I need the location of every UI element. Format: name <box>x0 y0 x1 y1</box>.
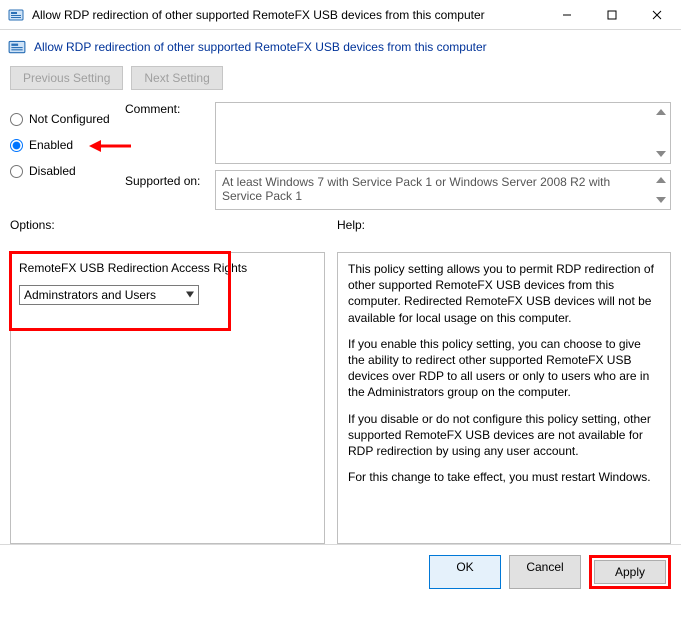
policy-icon <box>8 7 24 23</box>
annotation-highlight-box: Apply <box>589 555 671 589</box>
supported-on-field: At least Windows 7 with Service Pack 1 o… <box>215 170 671 210</box>
annotation-arrow-icon <box>89 139 131 153</box>
help-panel: This policy setting allows you to permit… <box>337 252 671 544</box>
help-paragraph: If you enable this policy setting, you c… <box>348 336 660 401</box>
help-label: Help: <box>337 218 671 232</box>
radio-not-configured[interactable]: Not Configured <box>10 106 125 132</box>
scroll-up-icon[interactable] <box>654 173 668 187</box>
option-access-rights-label: RemoteFX USB Redirection Access Rights <box>19 261 316 275</box>
scroll-up-icon[interactable] <box>654 105 668 119</box>
lower-panels: Options: RemoteFX USB Redirection Access… <box>0 212 681 544</box>
radio-disabled-label: Disabled <box>29 164 76 178</box>
access-rights-value: Adminstrators and Users <box>24 288 156 302</box>
comment-label: Comment: <box>125 102 215 164</box>
comment-field[interactable] <box>215 102 671 164</box>
scroll-down-icon[interactable] <box>654 193 668 207</box>
policy-subheader: Allow RDP redirection of other supported… <box>0 30 681 62</box>
radio-disabled[interactable]: Disabled <box>10 158 125 184</box>
apply-button[interactable]: Apply <box>594 560 666 584</box>
help-paragraph: This policy setting allows you to permit… <box>348 261 660 326</box>
supported-on-label: Supported on: <box>125 170 215 188</box>
next-setting-button[interactable]: Next Setting <box>131 66 222 90</box>
cancel-button[interactable]: Cancel <box>509 555 581 589</box>
help-paragraph: For this change to take effect, you must… <box>348 469 660 485</box>
help-paragraph: If you disable or do not configure this … <box>348 411 660 460</box>
policy-icon <box>8 38 26 56</box>
dialog-footer: OK Cancel Apply <box>0 544 681 599</box>
titlebar: Allow RDP redirection of other supported… <box>0 0 681 30</box>
scroll-down-icon[interactable] <box>654 147 668 161</box>
nav-row: Previous Setting Next Setting <box>0 62 681 96</box>
config-area: Not Configured Enabled Disabled Comment: <box>0 96 681 212</box>
ok-button[interactable]: OK <box>429 555 501 589</box>
window-title: Allow RDP redirection of other supported… <box>32 8 544 22</box>
policy-title: Allow RDP redirection of other supported… <box>34 40 487 54</box>
options-label: Options: <box>10 218 325 232</box>
maximize-button[interactable] <box>589 1 634 29</box>
radio-not-configured-input[interactable] <box>10 113 23 126</box>
state-radio-group: Not Configured Enabled Disabled <box>10 102 125 210</box>
radio-not-configured-label: Not Configured <box>29 112 110 126</box>
radio-enabled-input[interactable] <box>10 139 23 152</box>
radio-enabled[interactable]: Enabled <box>10 132 125 158</box>
previous-setting-button[interactable]: Previous Setting <box>10 66 123 90</box>
options-panel: RemoteFX USB Redirection Access Rights A… <box>10 252 325 544</box>
minimize-button[interactable] <box>544 1 589 29</box>
chevron-down-icon <box>186 290 194 301</box>
window-buttons <box>544 1 679 29</box>
close-button[interactable] <box>634 1 679 29</box>
radio-disabled-input[interactable] <box>10 165 23 178</box>
access-rights-dropdown[interactable]: Adminstrators and Users <box>19 285 199 305</box>
supported-on-value: At least Windows 7 with Service Pack 1 o… <box>222 175 610 203</box>
radio-enabled-label: Enabled <box>29 138 73 152</box>
